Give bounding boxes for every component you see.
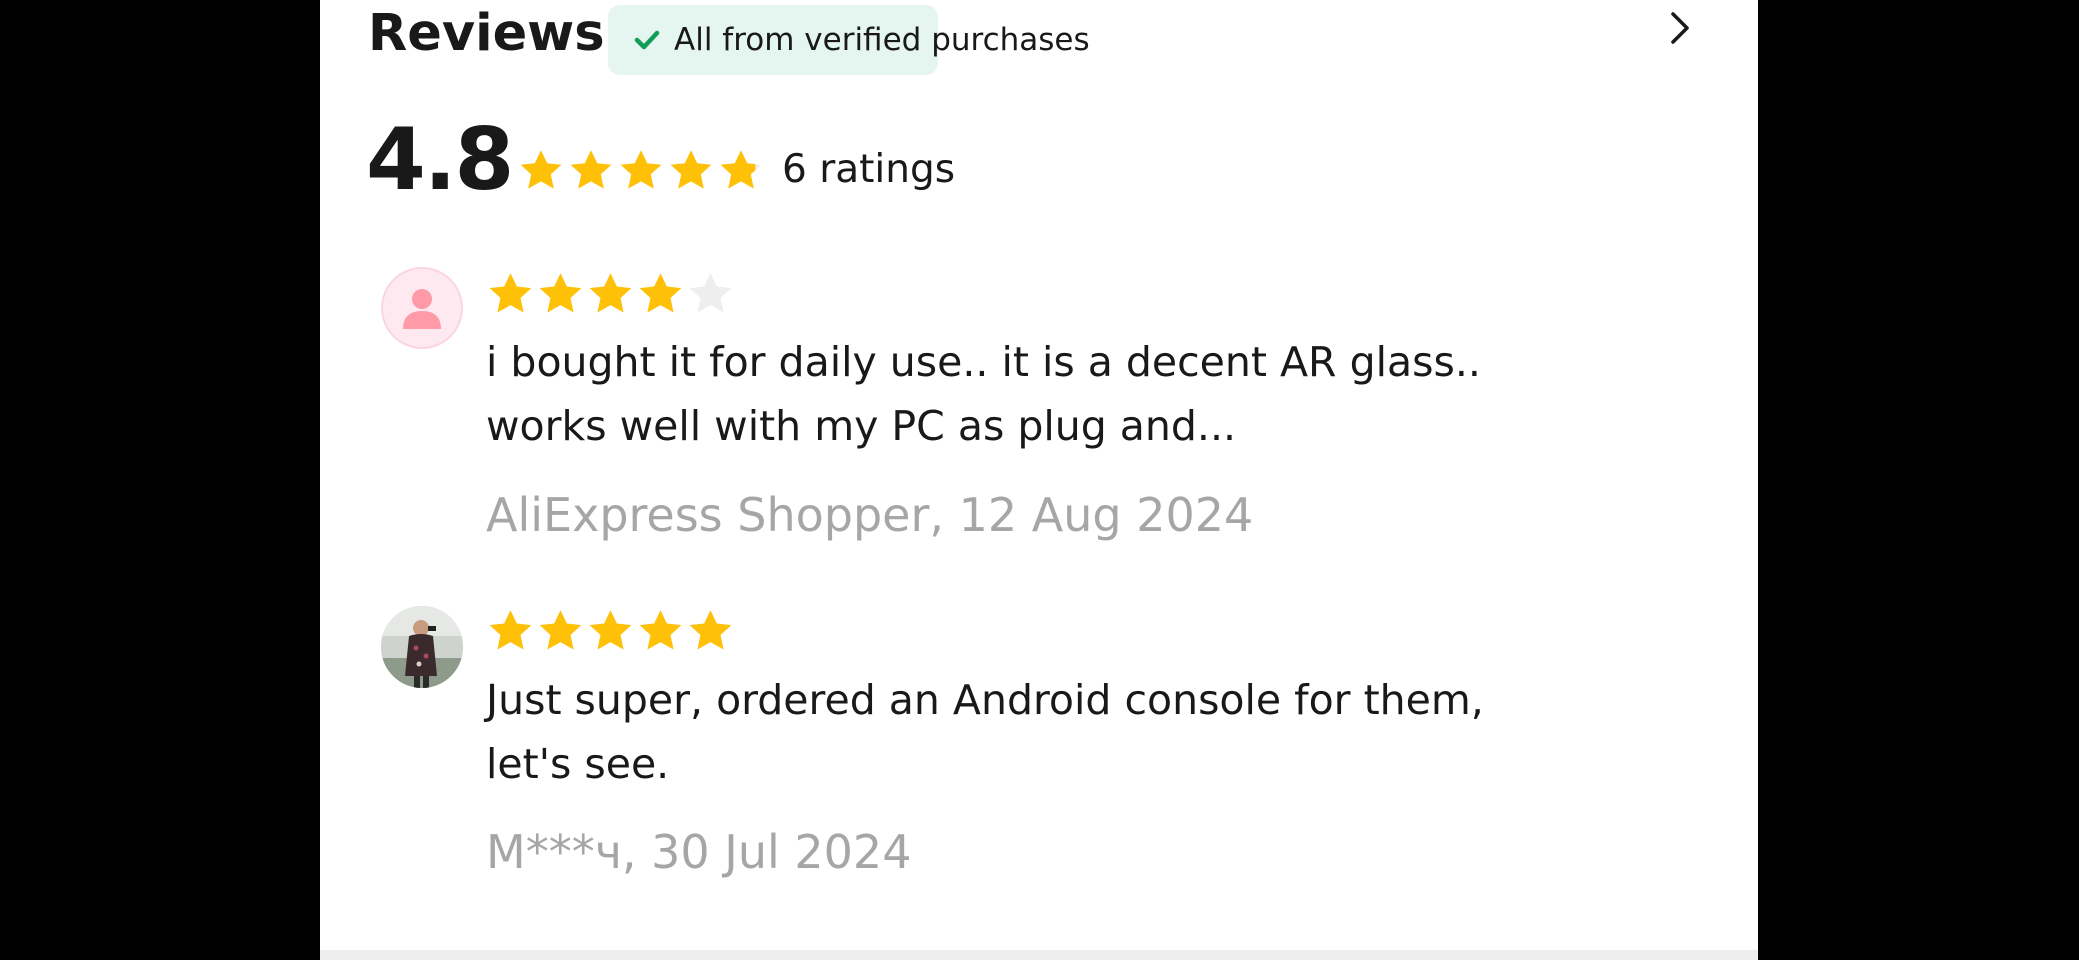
review-author-date: AliExpress Shopper, 12 Aug 2024 — [486, 488, 1254, 542]
star-icon — [720, 150, 762, 189]
default-user-avatar — [381, 267, 463, 349]
chevron-right-icon[interactable] — [1662, 10, 1698, 46]
summary-star-rating — [517, 147, 767, 195]
review-text: Just super, ordered an Android console f… — [486, 676, 1484, 788]
star-icon — [639, 273, 682, 313]
star-icon — [489, 610, 532, 650]
star-icon — [539, 273, 582, 313]
star-icon — [589, 273, 632, 313]
review-star-rating — [486, 270, 736, 319]
review-text: i bought it for daily use.. it is a dece… — [486, 338, 1481, 450]
rating-count[interactable]: 6 ratings — [782, 146, 955, 194]
star-icon — [489, 273, 532, 313]
star-icon — [570, 150, 612, 189]
star-icon — [620, 150, 662, 189]
review-star-rating — [486, 607, 736, 656]
reviews-title: Reviews — [368, 4, 605, 63]
verified-purchases-badge[interactable]: All from verified purchases — [608, 5, 1090, 75]
reviews-panel: Reviews All from verified purchases 4.8 … — [320, 0, 1758, 950]
user-photo-avatar — [381, 606, 463, 688]
star-icon — [689, 273, 732, 313]
star-icon — [589, 610, 632, 650]
star-icon — [539, 610, 582, 650]
check-icon — [634, 29, 660, 51]
star-icon — [670, 150, 712, 189]
verified-badge-label: All from verified purchases — [674, 22, 1090, 58]
review-author-date: M***ч, 30 Jul 2024 — [486, 825, 912, 879]
star-icon — [639, 610, 682, 650]
star-icon — [520, 150, 562, 189]
star-icon — [689, 610, 732, 650]
bottom-divider — [320, 950, 1758, 960]
average-score: 4.8 — [366, 110, 514, 210]
